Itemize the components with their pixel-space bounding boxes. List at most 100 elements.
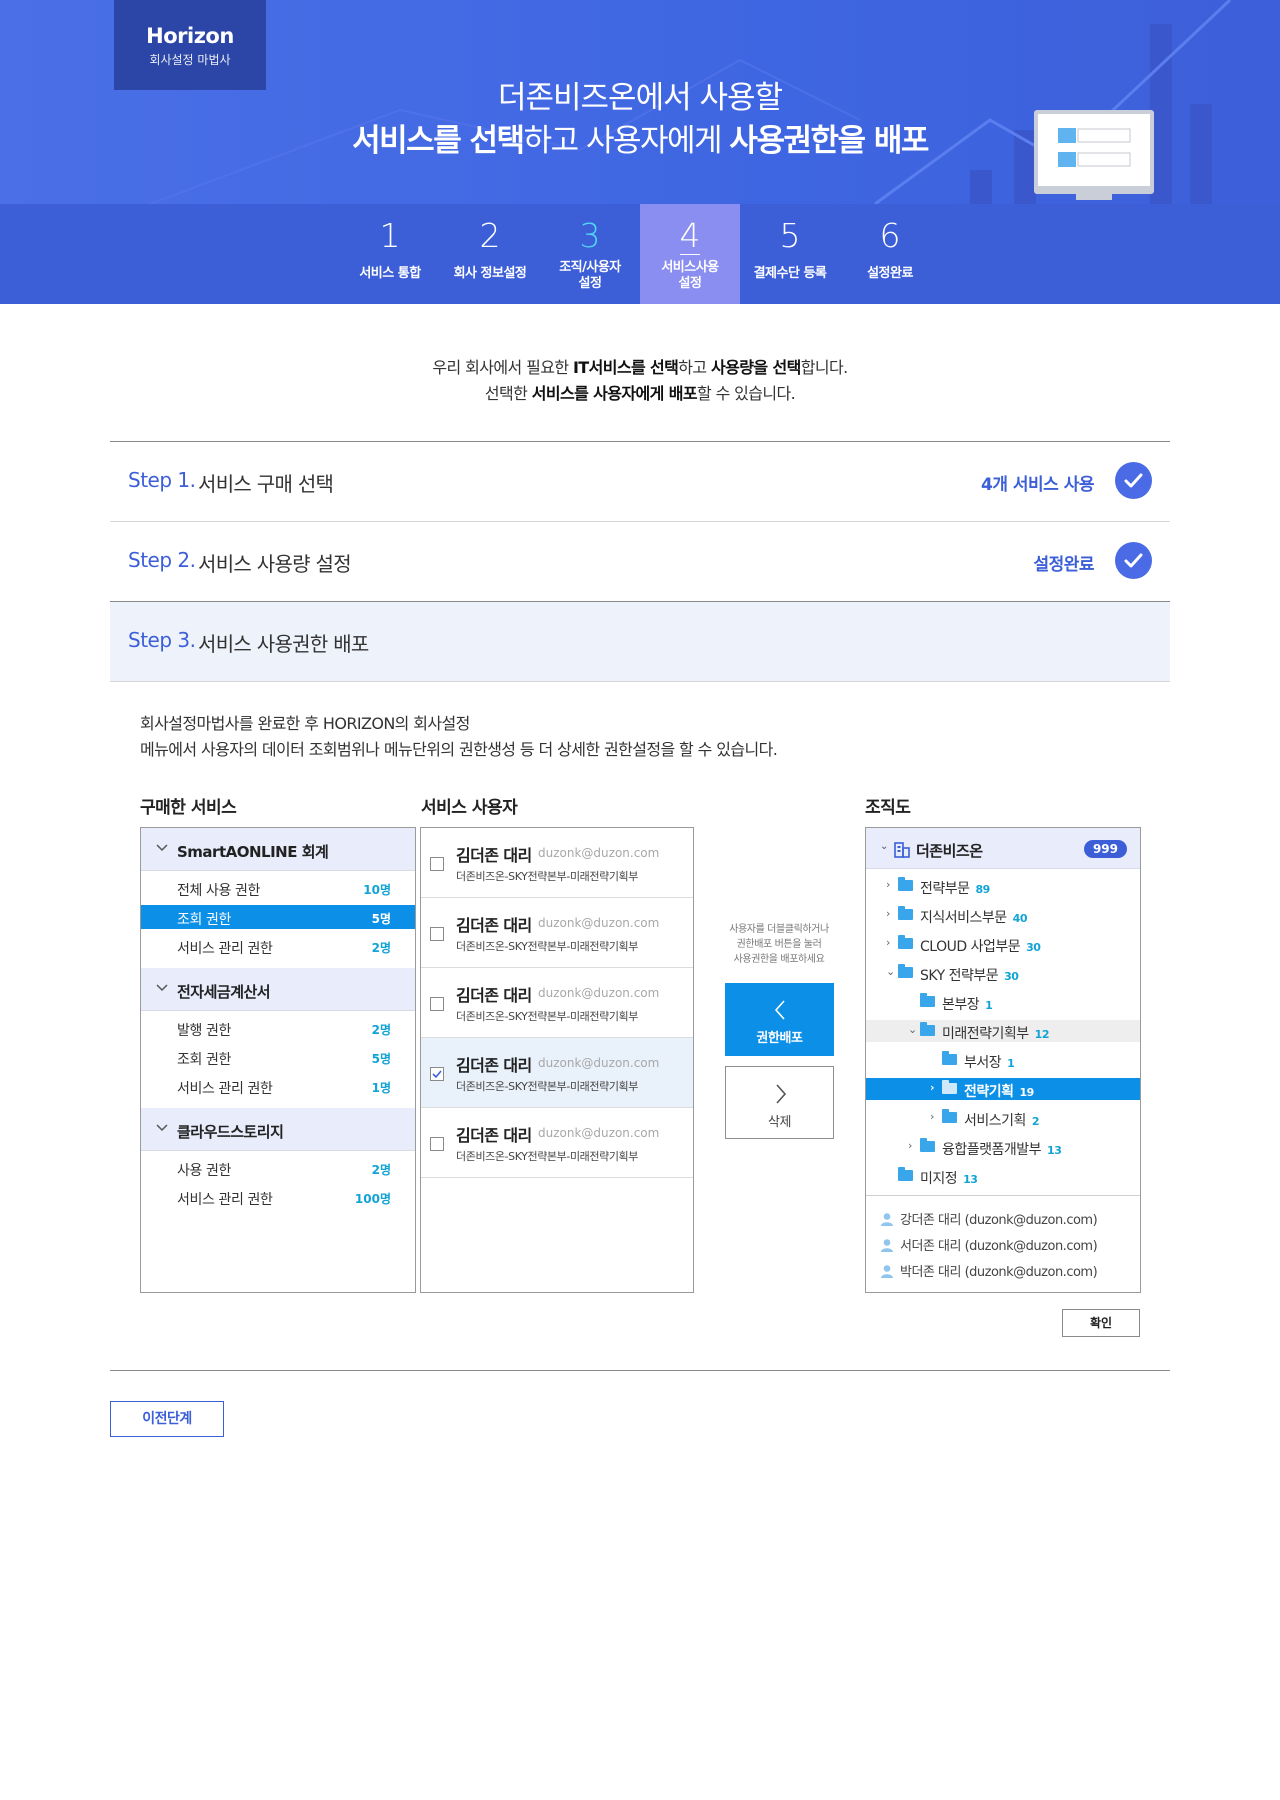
user-checkbox[interactable] [430, 857, 444, 871]
org-node[interactable]: 본부장 1 [866, 991, 1140, 1013]
chevron-right-icon[interactable]: › [930, 1110, 934, 1123]
org-root-count-badge: 999 [1083, 840, 1127, 858]
permission-item[interactable]: 서비스 관리 권한 100명 [141, 1185, 415, 1209]
chevron-right-icon[interactable]: › [908, 1139, 912, 1152]
grant-permission-button[interactable]: 권한배포 [725, 983, 834, 1056]
org-node[interactable]: ⌄ SKY 전략부문 30 [866, 962, 1140, 984]
service-group-header[interactable]: 전자세금계산서 [141, 968, 415, 1011]
user-row[interactable]: 김더존 대리 duzonk@duzon.com 더존비즈온-SKY전략본부-미래전략… [421, 968, 693, 1038]
step-6[interactable]: 6 설정완료 [840, 204, 940, 304]
user-department: 더존비즈온-SKY전략본부-미래전략기획부 [456, 940, 638, 953]
permission-name: 조회 권한 [177, 912, 231, 928]
org-node[interactable]: › 전략부문 89 [866, 875, 1140, 897]
permission-count: 100명 [354, 1192, 391, 1206]
org-node-name: 부서장 1 [964, 1052, 1015, 1072]
org-node[interactable]: ⌄ 미래전략기획부 12 [866, 1020, 1140, 1042]
accordion-step3[interactable]: Step 3. 서비스 사용권한 배포 [110, 602, 1170, 681]
org-root[interactable]: ⌄ 더존비즈온 999 [866, 828, 1140, 869]
confirm-button[interactable]: 확인 [1062, 1309, 1140, 1337]
step-5[interactable]: 5 결제수단 등록 [740, 204, 840, 304]
permission-item[interactable]: 사용 권한 2명 [141, 1156, 415, 1180]
hero-title-line1: 더존비즈온에서 사용할 [497, 80, 783, 116]
org-node[interactable]: 미지정 13 [866, 1165, 1140, 1187]
chevron-right-icon[interactable]: › [886, 907, 890, 920]
user-checkbox[interactable] [430, 1137, 444, 1151]
step-title: 서비스 구매 선택 [198, 472, 334, 496]
step-2[interactable]: 2 회사 정보설정 [440, 204, 540, 304]
chevron-right-icon[interactable]: › [930, 1081, 935, 1094]
grant-hint: 사용자를 더블클릭하거나 권한배포 버튼을 눌러 사용권한을 배포하세요 [729, 924, 829, 965]
user-row[interactable]: 김더존 대리 duzonk@duzon.com 더존비즈온-SKY전략본부-미래전략… [421, 898, 693, 968]
person-icon [880, 1237, 894, 1252]
accordion-step2[interactable]: Step 2. 서비스 사용량 설정 설정완료 [110, 522, 1170, 601]
chevron-right-icon[interactable]: › [886, 936, 890, 949]
chevron-down-icon[interactable] [155, 840, 169, 854]
step-label: 서비스사용 설정 [661, 260, 719, 291]
service-users-title: 서비스 사용자 [421, 798, 518, 818]
org-node-count: 30 [1004, 970, 1019, 983]
user-email: duzonk@duzon.com [538, 846, 660, 860]
chevron-down-icon[interactable] [155, 980, 169, 994]
user-row[interactable]: 김더존 대리 duzonk@duzon.com 더존비즈온-SKY전략본부-미래전략… [421, 1108, 693, 1178]
intro-line1: 우리 회사에서 필요한 IT서비스를 선택하고 사용량을 선택합니다. [0, 355, 1280, 381]
chevron-down-icon[interactable]: ⌄ [880, 841, 888, 852]
org-node[interactable]: › 융합플랫폼개발부 13 [866, 1136, 1140, 1158]
permission-name: 서비스 관리 권한 [177, 1081, 273, 1097]
permission-item[interactable]: 전체 사용 권한 10명 [141, 876, 415, 900]
permission-item[interactable]: 서비스 관리 권한 1명 [141, 1074, 415, 1098]
text-run: 사용량을 선택 [711, 358, 801, 377]
previous-step-button[interactable]: 이전단계 [110, 1401, 224, 1437]
org-node[interactable]: › 전략기획 19 [866, 1078, 1140, 1100]
folder-icon [920, 1022, 935, 1036]
permission-item[interactable]: 조회 권한 5명 [141, 905, 415, 929]
org-node[interactable]: › 지식서비스부문 40 [866, 904, 1140, 926]
org-member[interactable]: 강더존 대리 (duzonk@duzon.com) [866, 1206, 1140, 1228]
delete-button[interactable]: 삭제 [725, 1066, 834, 1139]
description-line2: 메뉴에서 사용자의 데이터 조회범위나 메뉴단위의 권한생성 등 더 상세한 권… [140, 740, 778, 759]
org-member[interactable]: 박더존 대리 (duzonk@duzon.com) [866, 1258, 1140, 1280]
org-node-label: 미래전략기획부 [942, 1026, 1029, 1042]
user-row[interactable]: 김더존 대리 duzonk@duzon.com 더존비즈온-SKY전략본부-미래전략… [421, 1038, 693, 1108]
folder-icon [898, 1167, 913, 1181]
step-1[interactable]: 1 서비스 통합 [340, 204, 440, 304]
step-3[interactable]: 3 조직/사용자 설정 [540, 204, 640, 304]
chevron-down-icon[interactable] [155, 1120, 169, 1134]
org-member[interactable]: 서더존 대리 (duzonk@duzon.com) [866, 1232, 1140, 1254]
chevron-right-icon[interactable]: › [886, 878, 890, 891]
permission-item[interactable]: 발행 권한 2명 [141, 1016, 415, 1040]
permission-count: 5명 [371, 912, 391, 926]
user-checkbox[interactable] [430, 927, 444, 941]
user-name: 김더존 대리 [456, 916, 532, 935]
service-group-header[interactable]: 클라우드스토리지 [141, 1108, 415, 1151]
delete-button-label: 삭제 [767, 1115, 792, 1130]
user-department: 더존비즈온-SKY전략본부-미래전략기획부 [456, 1080, 638, 1093]
accordion-step1[interactable]: Step 1. 서비스 구매 선택 4개 서비스 사용 [110, 442, 1170, 521]
org-node-label: CLOUD 사업부문 [920, 939, 1021, 955]
org-root-name: 더존비즈온 [916, 842, 983, 860]
org-node-name: 미래전략기획부 12 [942, 1023, 1049, 1043]
org-node-count: 19 [1019, 1086, 1035, 1099]
permission-item[interactable]: 서비스 관리 권한 2명 [141, 934, 415, 958]
step-4[interactable]: 4 서비스사용 설정 [640, 204, 740, 304]
step-status: 설정완료 [1033, 555, 1094, 575]
permission-item[interactable]: 조회 권한 5명 [141, 1045, 415, 1069]
org-node-label: 부서장 [964, 1055, 1002, 1071]
permission-count: 2명 [371, 941, 391, 955]
permission-name: 전체 사용 권한 [177, 883, 260, 899]
org-node-count: 89 [975, 883, 991, 896]
user-checkbox[interactable] [430, 997, 444, 1011]
chevron-down-icon[interactable]: ⌄ [886, 965, 895, 978]
org-chart-title: 조직도 [865, 798, 911, 818]
service-group-header[interactable]: SmartAONLINE 회계 [141, 828, 415, 871]
user-checkbox[interactable] [430, 1067, 444, 1081]
step-tag: Step 1. [128, 468, 196, 492]
chevron-down-icon[interactable]: ⌄ [908, 1023, 917, 1036]
org-node[interactable]: › 서비스기획 2 [866, 1107, 1140, 1129]
user-row[interactable]: 김더존 대리 duzonk@duzon.com 더존비즈온-SKY전략본부-미래전략… [421, 828, 693, 898]
org-node[interactable]: 부서장 1 [866, 1049, 1140, 1071]
step-number: 6 [879, 216, 901, 255]
permission-name: 서비스 관리 권한 [177, 1192, 273, 1208]
org-node-name: 전략부문 89 [920, 878, 990, 898]
permission-name: 조회 권한 [177, 1052, 231, 1068]
org-node[interactable]: › CLOUD 사업부문 30 [866, 933, 1140, 955]
